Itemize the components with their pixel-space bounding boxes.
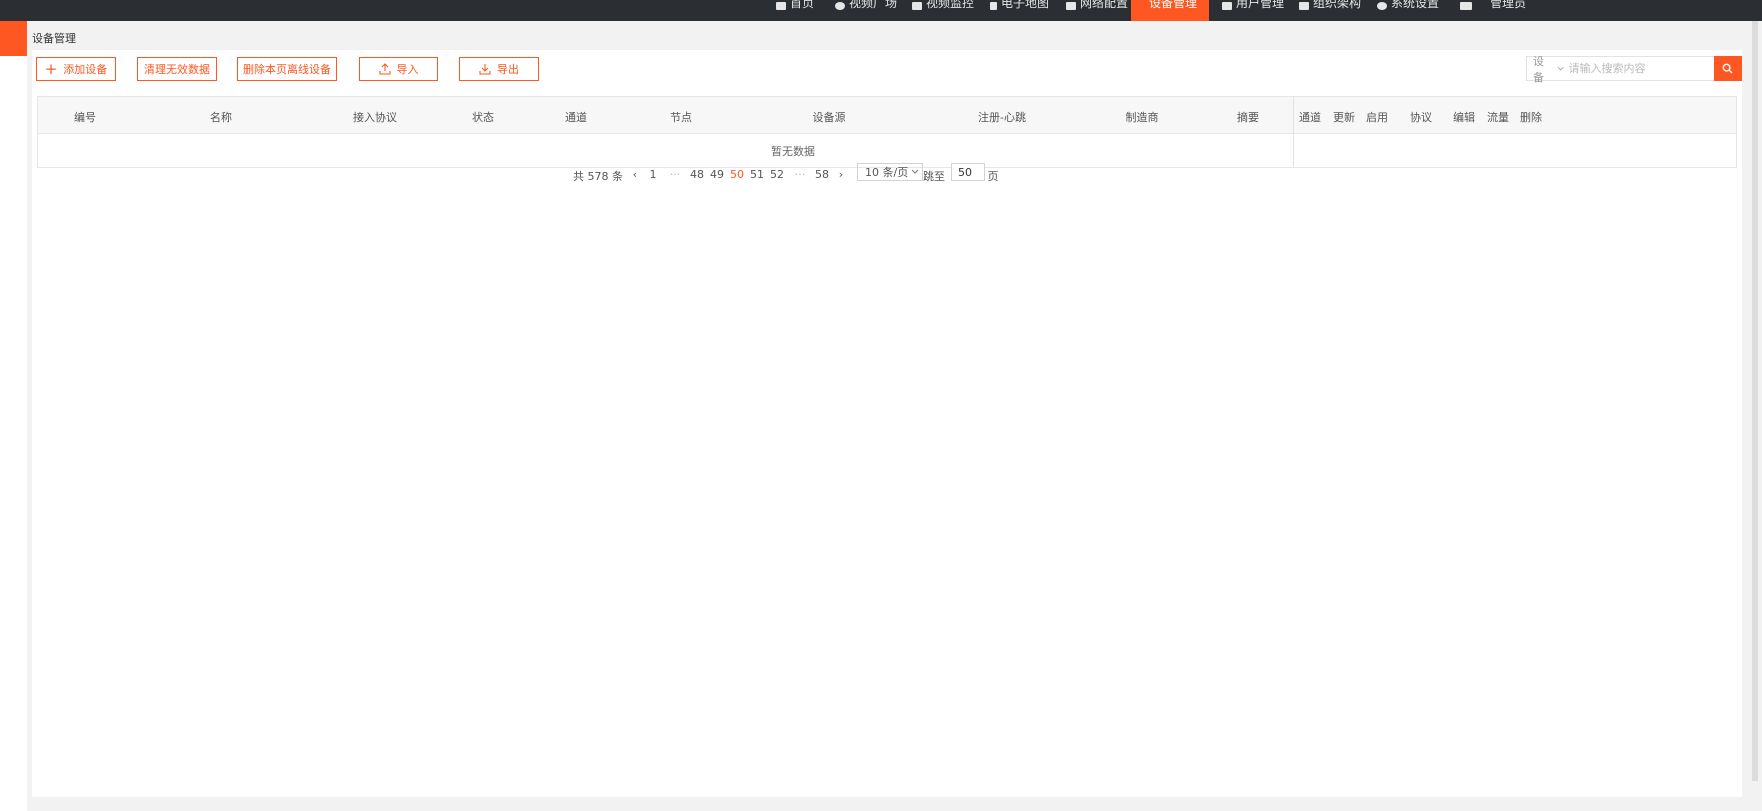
export-label: 导出 — [497, 63, 519, 76]
nav-user-management[interactable]: 用户管理 — [1222, 0, 1284, 21]
page-size-value: 10 条/页 — [865, 166, 909, 179]
pagination-page-first[interactable]: 1 — [650, 168, 657, 181]
col-fixed-protocol[interactable]: 协议 — [1410, 109, 1432, 125]
pagination-page-52[interactable]: 52 — [770, 168, 784, 181]
user-icon — [1299, 2, 1309, 10]
sidebar-toggle[interactable] — [0, 21, 27, 56]
doc-icon — [776, 2, 786, 10]
network-icon — [1066, 2, 1076, 10]
nav-video-square-label: 视频广场 — [849, 0, 898, 10]
search-button[interactable] — [1713, 56, 1742, 81]
left-sidebar — [0, 21, 27, 811]
col-traffic[interactable]: 流量 — [1487, 109, 1509, 125]
delete-offline-devices-button[interactable]: 删除本页离线设备 — [237, 57, 337, 81]
pagination-page-48[interactable]: 48 — [690, 168, 704, 181]
col-id[interactable]: 编号 — [74, 109, 96, 125]
search-type-select[interactable]: 设备 — [1527, 55, 1565, 84]
pagination-page-51[interactable]: 51 — [750, 168, 764, 181]
import-button[interactable]: 导入 — [359, 57, 438, 81]
col-register-heartbeat[interactable]: 注册-心跳 — [978, 109, 1026, 125]
add-device-label: 添加设备 — [63, 63, 108, 76]
search-input[interactable] — [1564, 57, 1714, 80]
nav-video-monitor-label: 视频监控 — [926, 0, 975, 10]
search-type-value: 设备 — [1533, 54, 1544, 84]
globe-icon — [835, 2, 845, 10]
pagination: 共 578 条 ‹ 1 ··· 48 49 50 51 52 ··· 58 › … — [32, 162, 1742, 186]
nav-settings-label: 系统设置 — [1391, 0, 1440, 10]
clean-invalid-data-label: 清理无效数据 — [144, 63, 210, 76]
jump-page-input[interactable] — [951, 163, 985, 181]
table-header: 编号 名称 接入协议 状态 通道 节点 设备源 注册-心跳 制造商 摘要 通道 … — [38, 97, 1736, 134]
gear-icon — [1377, 2, 1387, 10]
col-node[interactable]: 节点 — [670, 109, 692, 125]
search-icon — [1722, 63, 1733, 74]
pagination-ellipsis-left[interactable]: ··· — [670, 168, 681, 181]
page-tab-title[interactable]: 设备管理 — [32, 30, 76, 46]
nav-video-monitor[interactable]: 视频监控 — [912, 0, 974, 21]
nav-network-label: 网络配置 — [1080, 0, 1129, 10]
nav-device-management[interactable]: 设备管理 — [1131, 0, 1209, 21]
top-navbar: 首页 视频广场 视频监控 电子地图 网络配置 设备管理 用户管理 组织架构 系统… — [0, 0, 1762, 21]
vertical-scrollbar[interactable] — [1748, 21, 1762, 811]
col-manufacturer[interactable]: 制造商 — [1126, 109, 1159, 125]
pagination-next-button[interactable]: › — [839, 168, 843, 181]
pagination-ellipsis-right[interactable]: ··· — [795, 168, 806, 181]
col-fixed-channel[interactable]: 通道 — [1299, 109, 1321, 125]
nav-organization-label: 组织架构 — [1313, 0, 1362, 10]
nav-user-menu[interactable]: 管理员 — [1460, 0, 1526, 21]
delete-offline-devices-label: 删除本页离线设备 — [243, 63, 331, 76]
nav-organization[interactable]: 组织架构 — [1299, 0, 1361, 21]
chevron-down-icon — [911, 169, 919, 174]
nav-home-label: 首页 — [790, 0, 815, 10]
search-box: 设备 — [1526, 55, 1742, 84]
pagination-page-50-current[interactable]: 50 — [730, 168, 744, 181]
col-update[interactable]: 更新 — [1333, 109, 1355, 125]
col-enable[interactable]: 启用 — [1366, 109, 1388, 125]
grid-icon — [912, 2, 922, 10]
nav-home[interactable]: 首页 — [776, 0, 814, 21]
add-device-button[interactable]: + 添加设备 — [36, 57, 116, 81]
col-channel[interactable]: 通道 — [565, 109, 587, 125]
pagination-page-49[interactable]: 49 — [710, 168, 724, 181]
scrollbar-thumb[interactable] — [1752, 21, 1758, 781]
import-label: 导入 — [396, 63, 419, 76]
nav-video-square[interactable]: 视频广场 — [835, 0, 897, 21]
nav-network[interactable]: 网络配置 — [1066, 0, 1128, 21]
col-name[interactable]: 名称 — [210, 109, 232, 125]
col-status[interactable]: 状态 — [472, 109, 494, 125]
nav-device-management-label: 设备管理 — [1149, 0, 1198, 10]
bell-icon — [1460, 2, 1472, 10]
page-size-select[interactable]: 10 条/页 — [857, 163, 923, 181]
nav-map[interactable]: 电子地图 — [990, 0, 1049, 21]
nav-user-menu-label: 管理员 — [1490, 0, 1527, 10]
page-unit-label: 页 — [987, 170, 999, 183]
export-button[interactable]: 导出 — [459, 57, 539, 81]
pagination-page-last[interactable]: 58 — [815, 168, 829, 181]
user-doc-icon — [1222, 2, 1232, 10]
device-table: 编号 名称 接入协议 状态 通道 节点 设备源 注册-心跳 制造商 摘要 通道 … — [37, 96, 1737, 168]
device-management-panel: + 添加设备 清理无效数据 删除本页离线设备 导入 导出 设备 编号 名称 接入… — [32, 50, 1742, 797]
nav-settings[interactable]: 系统设置 — [1377, 0, 1439, 21]
upload-icon — [378, 63, 391, 75]
jump-label: 跳至 — [923, 170, 945, 183]
col-protocol[interactable]: 接入协议 — [353, 109, 397, 125]
plus-icon: + — [44, 60, 58, 78]
col-summary[interactable]: 摘要 — [1237, 109, 1259, 125]
chevron-down-icon — [1557, 66, 1564, 71]
clean-invalid-data-button[interactable]: 清理无效数据 — [137, 57, 217, 81]
col-device-source[interactable]: 设备源 — [813, 109, 846, 125]
download-icon — [479, 64, 491, 75]
pin-icon — [990, 2, 997, 10]
pagination-prev-button[interactable]: ‹ — [633, 168, 637, 181]
col-delete[interactable]: 删除 — [1520, 109, 1542, 125]
nav-user-management-label: 用户管理 — [1236, 0, 1285, 10]
col-edit[interactable]: 编辑 — [1453, 109, 1475, 125]
pagination-total: 共 578 条 — [573, 170, 623, 183]
nav-map-label: 电子地图 — [1001, 0, 1050, 10]
